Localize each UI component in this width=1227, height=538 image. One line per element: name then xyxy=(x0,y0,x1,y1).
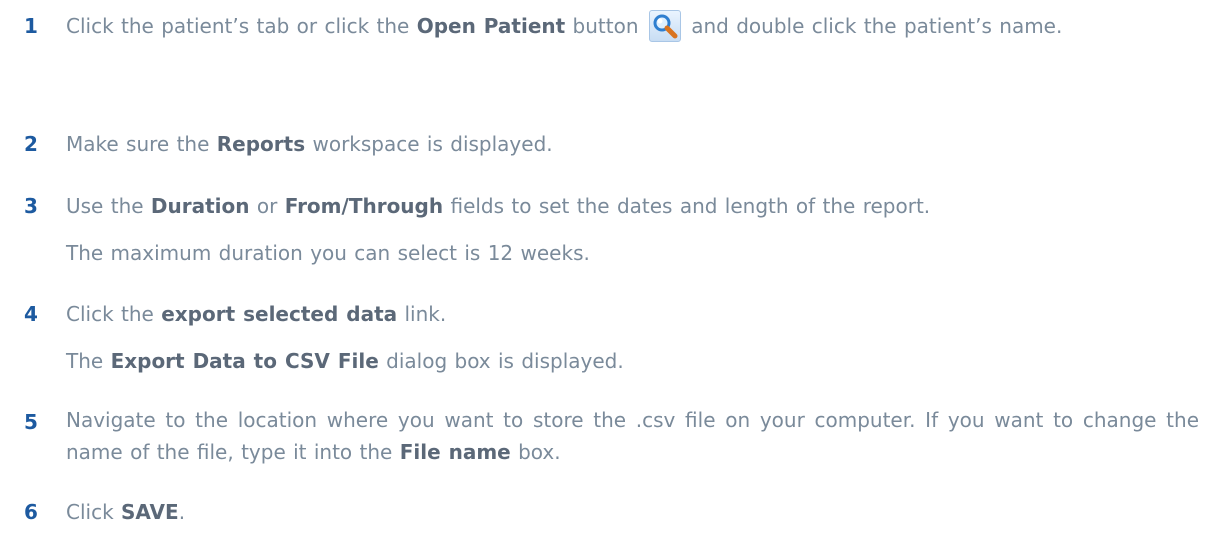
step-text-part: Navigate to the location where you want … xyxy=(66,408,1199,464)
step-number: 2 xyxy=(24,132,38,156)
step-text: Make sure the Reports workspace is displ… xyxy=(66,126,1217,163)
step-text: Navigate to the location where you want … xyxy=(66,404,1199,468)
step-note-part: The xyxy=(66,349,111,373)
step-text-part: and double click the patient’s name. xyxy=(683,14,1063,38)
from-through-label: From/Through xyxy=(284,194,444,218)
reports-label: Reports xyxy=(216,132,306,156)
save-label: SAVE xyxy=(121,500,179,524)
step-number: 6 xyxy=(24,500,38,524)
step-text-part: link. xyxy=(397,302,447,326)
step-text-part: Click the xyxy=(66,302,162,326)
open-patient-label: Open Patient xyxy=(416,14,566,38)
step-number: 3 xyxy=(24,194,38,218)
step-text: Click the export selected data link. xyxy=(66,296,1217,333)
duration-label: Duration xyxy=(150,194,250,218)
step-number: 4 xyxy=(24,302,38,326)
step-text-part: button xyxy=(565,14,646,38)
step-text-part: Click the patient’s tab or click the xyxy=(66,14,417,38)
export-selected-data-label: export selected data xyxy=(161,302,398,326)
step-text: Use the Duration or From/Through fields … xyxy=(66,188,1217,225)
step-note-part: dialog box is displayed. xyxy=(378,349,624,373)
step-note: The maximum duration you can select is 1… xyxy=(66,241,590,265)
step-text-part: fields to set the dates and length of th… xyxy=(443,194,931,218)
step-text-part: . xyxy=(178,500,186,524)
step-text-part: box. xyxy=(510,440,561,464)
step-text: Click SAVE. xyxy=(66,494,1217,531)
magnifier-icon[interactable] xyxy=(648,10,681,42)
step-text-part: workspace is displayed. xyxy=(305,132,553,156)
step-number: 1 xyxy=(24,14,38,38)
step-note: The Export Data to CSV File dialog box i… xyxy=(66,343,1217,380)
file-name-label: File name xyxy=(399,440,511,464)
export-dialog-label: Export Data to CSV File xyxy=(110,349,379,373)
step-text-part: Make sure the xyxy=(66,132,217,156)
step-text-part: Use the xyxy=(66,194,151,218)
step-text: Click the patient’s tab or click the Ope… xyxy=(66,8,1199,45)
step-text-part: Click xyxy=(66,500,122,524)
step-text-part: or xyxy=(249,194,285,218)
step-number: 5 xyxy=(24,410,38,434)
